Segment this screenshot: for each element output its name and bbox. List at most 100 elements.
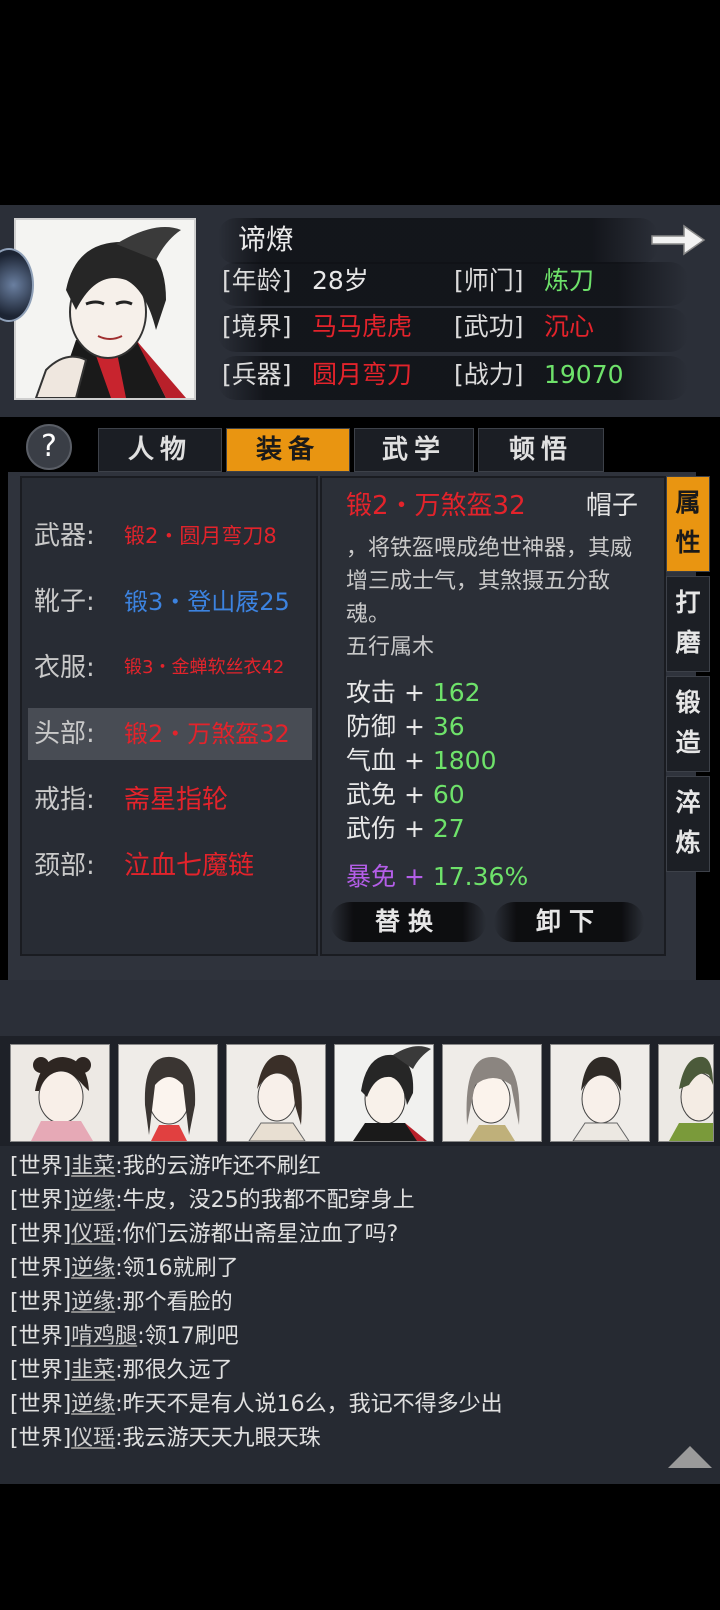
equip-slot-clothes[interactable]: 衣服: 锻3・金蝉软丝衣42: [28, 642, 312, 694]
chat-text: :那很久远了: [115, 1358, 233, 1383]
stat-defense: 防御 + 36: [346, 710, 465, 744]
party-portrait[interactable]: [10, 1044, 110, 1142]
side-tab-label: 属: [675, 488, 701, 517]
slot-label: 靴子:: [34, 587, 95, 617]
chat-expand-icon[interactable]: [668, 1446, 712, 1468]
equip-slot-head[interactable]: 头部: 锻2・万煞盔32: [28, 708, 312, 760]
chat-message: [世界]韭菜:那很久远了: [10, 1354, 233, 1388]
equip-slot-ring[interactable]: 戒指: 斋星指轮: [28, 774, 312, 826]
stat-plus: +: [403, 712, 425, 741]
chat-channel: [世界]: [10, 1290, 72, 1315]
side-tab-temper[interactable]: 淬 炼: [666, 776, 710, 872]
school-label: [师门]: [454, 266, 524, 295]
tab-enlightenment[interactable]: 顿悟: [478, 428, 604, 472]
next-arrow-icon[interactable]: [648, 220, 708, 260]
chat-user[interactable]: 逆缘: [71, 1256, 115, 1281]
equip-slot-neck[interactable]: 颈部: 泣血七魔链: [28, 840, 312, 892]
slot-item: 斋星指轮: [124, 785, 229, 815]
tab-character[interactable]: 人物: [98, 428, 222, 472]
skill-value: 沉心: [544, 312, 595, 341]
stat-attack: 攻击 + 162: [346, 676, 481, 710]
character-name: 谛燎: [238, 223, 295, 256]
side-tab-label: 造: [675, 728, 701, 757]
side-tab-polish[interactable]: 打 磨: [666, 576, 710, 672]
slot-item: 泣血七魔链: [124, 851, 255, 881]
equip-slot-weapon[interactable]: 武器: 锻2・圆月弯刀8: [28, 510, 312, 562]
party-portrait-selected[interactable]: [334, 1044, 434, 1142]
slot-item: 锻2・万煞盔32: [124, 720, 290, 748]
chat-channel: [世界]: [10, 1358, 72, 1383]
chat-user[interactable]: 逆缘: [71, 1290, 115, 1315]
chat-channel: [世界]: [10, 1188, 72, 1213]
chat-channel: [世界]: [10, 1154, 72, 1179]
weapon-label: [兵器]: [222, 360, 292, 389]
chat-text: :牛皮，没25的我都不配穿身上: [115, 1188, 415, 1213]
item-slot-type: 帽子: [586, 491, 639, 521]
age-label: [年龄]: [222, 266, 292, 295]
chat-message: [世界]啃鸡腿:领17刷吧: [10, 1320, 239, 1354]
side-tab-forge[interactable]: 锻 造: [666, 676, 710, 772]
chat-message: [世界]逆缘:昨天不是有人说16么，我记不得多少出: [10, 1388, 503, 1422]
party-portrait[interactable]: [226, 1044, 326, 1142]
stat-crit-resist: 暴免 + 17.36%: [346, 860, 528, 894]
stat-name: 防御: [346, 712, 397, 741]
stat-name: 武免: [346, 780, 397, 809]
spacer: [0, 980, 720, 1036]
stat-value: 162: [432, 678, 481, 707]
help-icon[interactable]: ?: [26, 424, 72, 470]
chat-text: :那个看脸的: [115, 1290, 233, 1315]
chat-channel: [世界]: [10, 1324, 72, 1349]
chat-message: [世界]逆缘:领16就刷了: [10, 1252, 239, 1286]
chat-message: [世界]韭菜:我的云游咋还不刷红: [10, 1150, 321, 1184]
chat-user[interactable]: 逆缘: [71, 1188, 115, 1213]
chat-channel: [世界]: [10, 1426, 72, 1451]
power-label: [战力]: [454, 360, 524, 389]
chat-user[interactable]: 韭菜: [71, 1154, 115, 1179]
side-tab-label: 磨: [675, 628, 701, 657]
chat-user[interactable]: 逆缘: [71, 1392, 115, 1417]
tab-equipment[interactable]: 装备: [226, 428, 350, 472]
chat-user[interactable]: 韭菜: [71, 1358, 115, 1383]
realm-value: 马马虎虎: [312, 312, 413, 341]
party-portrait[interactable]: [118, 1044, 218, 1142]
party-portrait[interactable]: [550, 1044, 650, 1142]
chat-user[interactable]: 啃鸡腿: [71, 1324, 137, 1349]
stat-hp: 气血 + 1800: [346, 744, 497, 778]
character-portrait[interactable]: [14, 218, 196, 400]
chat-message: [世界]仪瑶:我云游天天九眼天珠: [10, 1422, 321, 1456]
equip-slot-boots[interactable]: 靴子: 锻3・登山屐25: [28, 576, 312, 628]
chat-message: [世界]逆缘:那个看脸的: [10, 1286, 233, 1320]
party-portrait[interactable]: [442, 1044, 542, 1142]
tab-martial-arts[interactable]: 武学: [354, 428, 474, 472]
unequip-button[interactable]: 卸下: [494, 902, 644, 942]
stat-name: 武伤: [346, 814, 397, 843]
side-tab-label: 性: [675, 528, 701, 557]
replace-button[interactable]: 替换: [330, 902, 486, 942]
weapon-value: 圆月弯刀: [312, 360, 413, 389]
chat-user[interactable]: 仪瑶: [71, 1222, 115, 1247]
age-value: 28岁: [312, 266, 369, 295]
stat-value: 27: [432, 814, 465, 843]
side-tab-label: 打: [675, 588, 701, 617]
chat-text: :我云游天天九眼天珠: [115, 1426, 321, 1451]
element-text: 五行属木: [346, 635, 435, 660]
stat-name: 攻击: [346, 678, 397, 707]
side-tab-label: 淬: [675, 788, 701, 817]
stat-martial-resist: 武免 + 60: [346, 778, 465, 812]
stat-plus: +: [403, 746, 425, 775]
chat-channel: [世界]: [10, 1222, 72, 1247]
stat-plus: +: [403, 862, 425, 891]
chat-text: :你们云游都出斋星泣血了吗?: [115, 1222, 399, 1247]
slot-item: 锻3・登山屐25: [124, 588, 290, 616]
chat-text: :昨天不是有人说16么，我记不得多少出: [115, 1392, 503, 1417]
chat-message: [世界]逆缘:牛皮，没25的我都不配穿身上: [10, 1184, 415, 1218]
slot-label: 颈部:: [34, 851, 95, 881]
slot-label: 武器:: [34, 521, 95, 551]
side-tab-attributes[interactable]: 属 性: [666, 476, 710, 572]
stat-plus: +: [403, 814, 425, 843]
party-portrait[interactable]: [658, 1044, 714, 1142]
side-tab-label: 炼: [675, 828, 701, 857]
realm-label: [境界]: [222, 312, 292, 341]
chat-user[interactable]: 仪瑶: [71, 1426, 115, 1451]
slot-label: 头部:: [34, 719, 95, 749]
